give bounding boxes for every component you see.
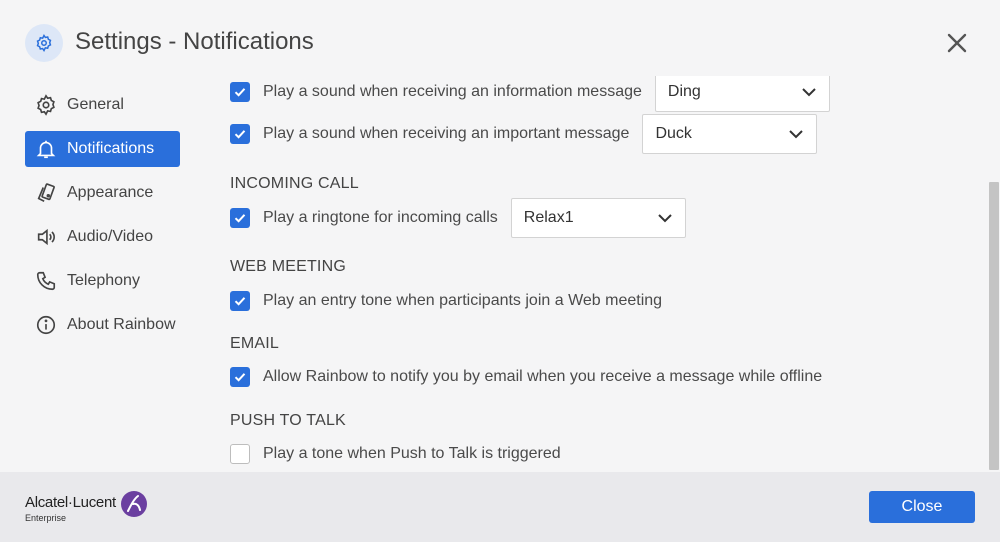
sidebar-item-general[interactable]: General [25, 87, 180, 123]
email-row: Allow Rainbow to notify you by email whe… [230, 367, 822, 387]
chevron-down-icon [658, 214, 672, 223]
info-message-label: Play a sound when receiving an informati… [263, 83, 642, 100]
web-meeting-row: Play an entry tone when participants joi… [230, 291, 662, 311]
info-sound-value: Ding [667, 83, 701, 100]
sidebar-item-audio-video[interactable]: Audio/Video [25, 219, 180, 255]
ringtone-checkbox[interactable] [230, 208, 250, 228]
phone-icon [36, 271, 56, 291]
sidebar-item-notifications[interactable]: Notifications [25, 131, 180, 167]
sidebar-item-label: About Rainbow [67, 316, 176, 333]
incoming-call-title: INCOMING CALL [230, 175, 359, 192]
scrollbar-thumb[interactable] [989, 182, 999, 470]
sidebar-item-label: General [67, 96, 124, 113]
settings-gear-icon [25, 24, 63, 62]
important-message-row: Play a sound when receiving an important… [230, 114, 818, 154]
sidebar-item-label: Telephony [67, 272, 140, 289]
appearance-icon [37, 183, 55, 202]
important-sound-select[interactable]: Duck [642, 114, 818, 154]
dialog-header: Settings - Notifications [0, 0, 1000, 84]
ringtone-value: Relax1 [523, 209, 574, 226]
dialog-footer [0, 472, 1000, 542]
info-message-row: Play a sound when receiving an informati… [230, 76, 830, 112]
info-icon [36, 315, 56, 335]
important-sound-value: Duck [655, 125, 692, 142]
check-icon [234, 88, 246, 97]
push-to-talk-checkbox[interactable] [230, 444, 250, 464]
push-to-talk-title: PUSH TO TALK [230, 412, 346, 429]
web-meeting-checkbox[interactable] [230, 291, 250, 311]
chevron-down-icon [789, 130, 804, 139]
close-button[interactable]: Close [869, 491, 975, 523]
info-message-checkbox[interactable] [230, 82, 250, 102]
important-message-checkbox[interactable] [230, 124, 250, 144]
web-meeting-label: Play an entry tone when participants joi… [263, 292, 663, 309]
brand-logo-subtext: Enterprise [25, 513, 67, 523]
check-icon [234, 297, 246, 306]
info-sound-select[interactable]: Ding [654, 76, 830, 112]
speaker-icon [37, 228, 55, 246]
sidebar-item-telephony[interactable]: Telephony [25, 263, 180, 299]
web-meeting-title: WEB MEETING [230, 258, 346, 275]
chevron-down-icon [802, 88, 816, 97]
check-icon [234, 214, 246, 223]
push-to-talk-label: Play a tone when Push to Talk is trigger… [263, 445, 561, 462]
important-message-label: Play a sound when receiving an important… [263, 125, 630, 142]
sidebar-item-appearance[interactable]: Appearance [25, 175, 180, 211]
check-icon [234, 130, 246, 139]
sidebar-item-about[interactable]: About Rainbow [25, 307, 180, 343]
ringtone-select[interactable]: Relax1 [510, 198, 686, 238]
sidebar-item-label: Appearance [67, 184, 154, 201]
notifications-panel: Play a sound when receiving an informati… [230, 76, 986, 470]
sidebar-item-label: Audio/Video [67, 228, 153, 245]
email-checkbox[interactable] [230, 367, 250, 387]
bell-icon [36, 140, 56, 159]
ringtone-label: Play a ringtone for incoming calls [263, 209, 498, 226]
sidebar: General Notifications Appearance Audio/V… [25, 87, 180, 351]
check-icon [234, 373, 246, 382]
push-to-talk-row: Play a tone when Push to Talk is trigger… [230, 444, 561, 464]
sidebar-item-label: Notifications [67, 140, 155, 157]
ringtone-row: Play a ringtone for incoming calls Relax… [230, 198, 686, 238]
email-label: Allow Rainbow to notify you by email whe… [263, 368, 823, 385]
close-icon[interactable] [944, 30, 970, 56]
gear-icon [37, 94, 55, 116]
brand-logo-text: Alcatel·Lucent [25, 494, 116, 511]
page-title: Settings - Notifications [75, 28, 314, 55]
email-title: EMAIL [230, 335, 280, 352]
alcatel-logo-icon [121, 491, 147, 517]
